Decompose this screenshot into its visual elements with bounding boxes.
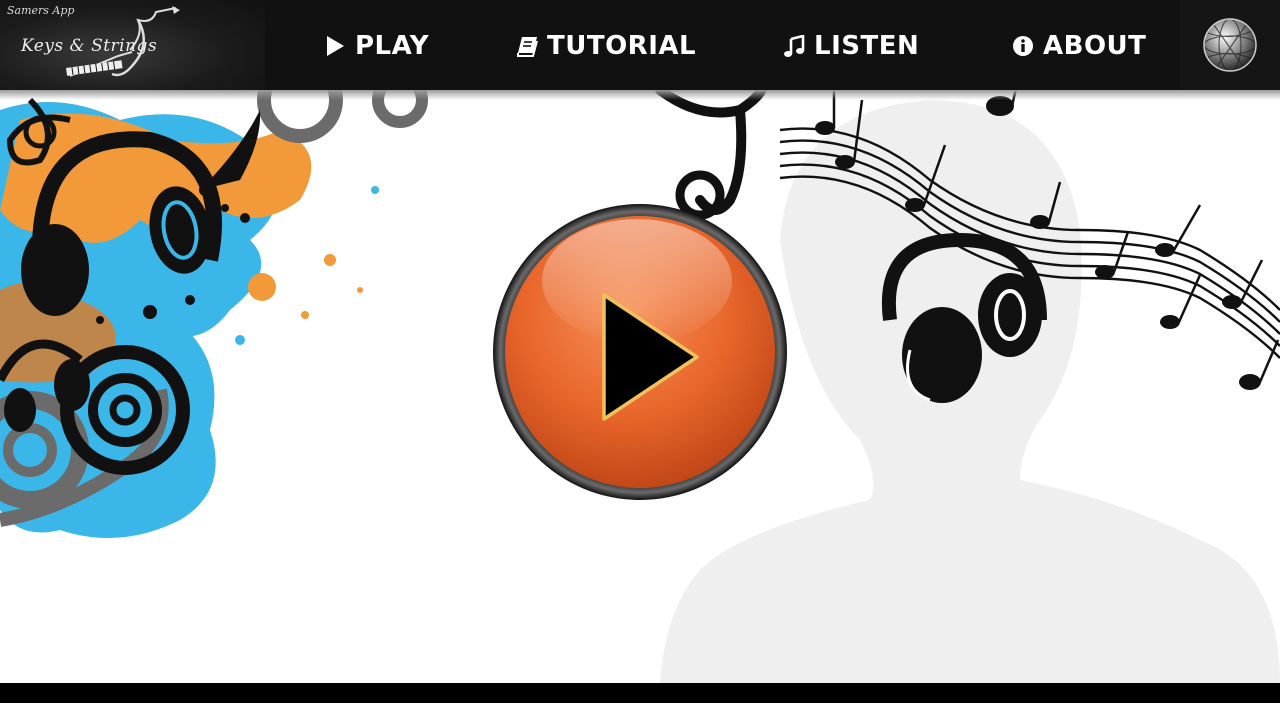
app-logo[interactable]: Samers App Keys & Strings <box>0 0 265 90</box>
nav-listen-label: LISTEN <box>814 31 920 61</box>
nav-play-button[interactable]: PLAY <box>324 28 429 64</box>
nav-about-button[interactable]: ABOUT <box>1012 28 1146 64</box>
globe-icon <box>1203 18 1257 72</box>
app-root: Samers App Keys & Strings PLAY TUTORIAL … <box>0 0 1280 703</box>
play-button-icon <box>493 204 787 500</box>
nav-tutorial-button[interactable]: TUTORIAL <box>516 28 696 64</box>
play-icon <box>327 36 344 56</box>
nav-tutorial-label: TUTORIAL <box>547 31 697 61</box>
bottom-bar <box>0 683 1280 703</box>
globe-button[interactable] <box>1180 0 1280 90</box>
nav-play-label: PLAY <box>355 31 430 61</box>
treble-clef-top <box>655 90 767 220</box>
logo-title-text: Keys & Strings <box>21 36 158 56</box>
nav-about-label: ABOUT <box>1043 31 1147 61</box>
top-navbar: Samers App Keys & Strings PLAY TUTORIAL … <box>0 0 1280 100</box>
music-note-icon <box>784 35 805 57</box>
nav-listen-button[interactable]: LISTEN <box>783 28 919 64</box>
main-play-button[interactable] <box>492 203 788 501</box>
info-icon <box>1013 36 1033 56</box>
book-icon <box>517 37 538 57</box>
